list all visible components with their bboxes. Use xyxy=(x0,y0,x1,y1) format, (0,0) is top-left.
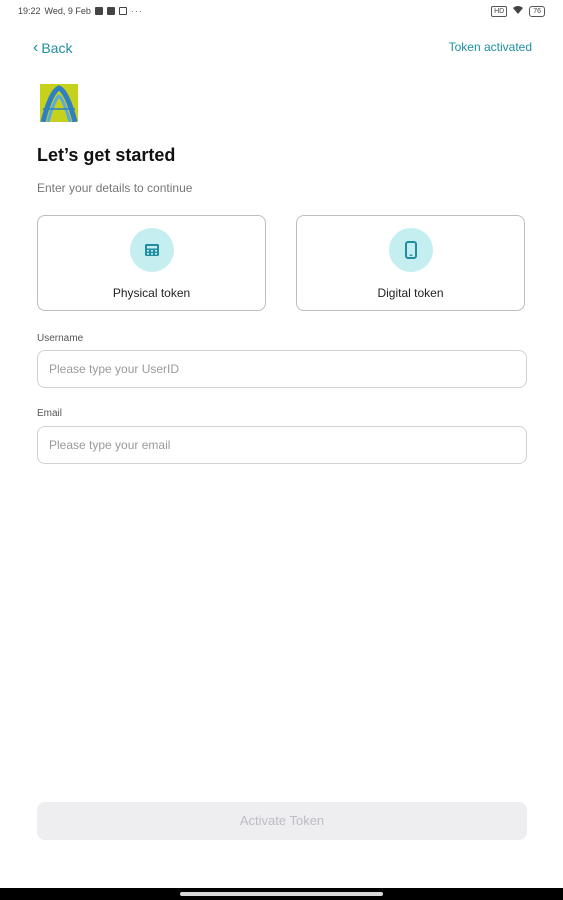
email-field-container xyxy=(37,426,527,464)
system-nav-bar xyxy=(0,888,563,900)
username-field-container xyxy=(37,350,527,388)
username-input[interactable] xyxy=(38,351,526,387)
digital-token-label: Digital token xyxy=(377,286,444,300)
battery-icon: 76 xyxy=(529,6,545,17)
status-bar-right: HD 76 xyxy=(491,5,545,18)
status-time: 19:22 xyxy=(18,6,41,16)
calculator-icon xyxy=(129,228,174,272)
notification-icon-3 xyxy=(118,7,127,15)
notification-icon-2 xyxy=(106,7,115,15)
physical-token-card[interactable]: Physical token xyxy=(37,215,266,311)
status-bar: 19:22 Wed, 9 Feb ··· HD 76 xyxy=(0,0,563,22)
wifi-icon xyxy=(512,5,524,18)
page-subtitle: Enter your details to continue xyxy=(37,181,193,195)
more-notifications-icon: ··· xyxy=(130,6,143,16)
bank-logo xyxy=(40,84,78,122)
notification-icon xyxy=(94,7,103,15)
email-label: Email xyxy=(37,408,63,419)
phone-icon xyxy=(388,228,433,272)
username-label: Username xyxy=(37,333,84,344)
activate-token-button[interactable]: Activate Token xyxy=(37,802,527,840)
page-title: Let’s get started xyxy=(37,145,176,165)
back-label: Back xyxy=(41,40,73,56)
home-gesture-handle[interactable] xyxy=(180,892,383,896)
digital-token-card[interactable]: Digital token xyxy=(296,215,525,311)
hd-badge: HD xyxy=(491,6,508,17)
status-date: Wed, 9 Feb xyxy=(44,6,91,16)
email-input[interactable] xyxy=(38,427,526,463)
status-bar-left: 19:22 Wed, 9 Feb ··· xyxy=(18,6,143,16)
physical-token-label: Physical token xyxy=(112,286,191,300)
token-activated-link[interactable]: Token activated xyxy=(449,40,532,54)
chevron-left-icon: ‹ xyxy=(33,39,39,56)
back-button[interactable]: ‹ Back xyxy=(33,39,73,57)
